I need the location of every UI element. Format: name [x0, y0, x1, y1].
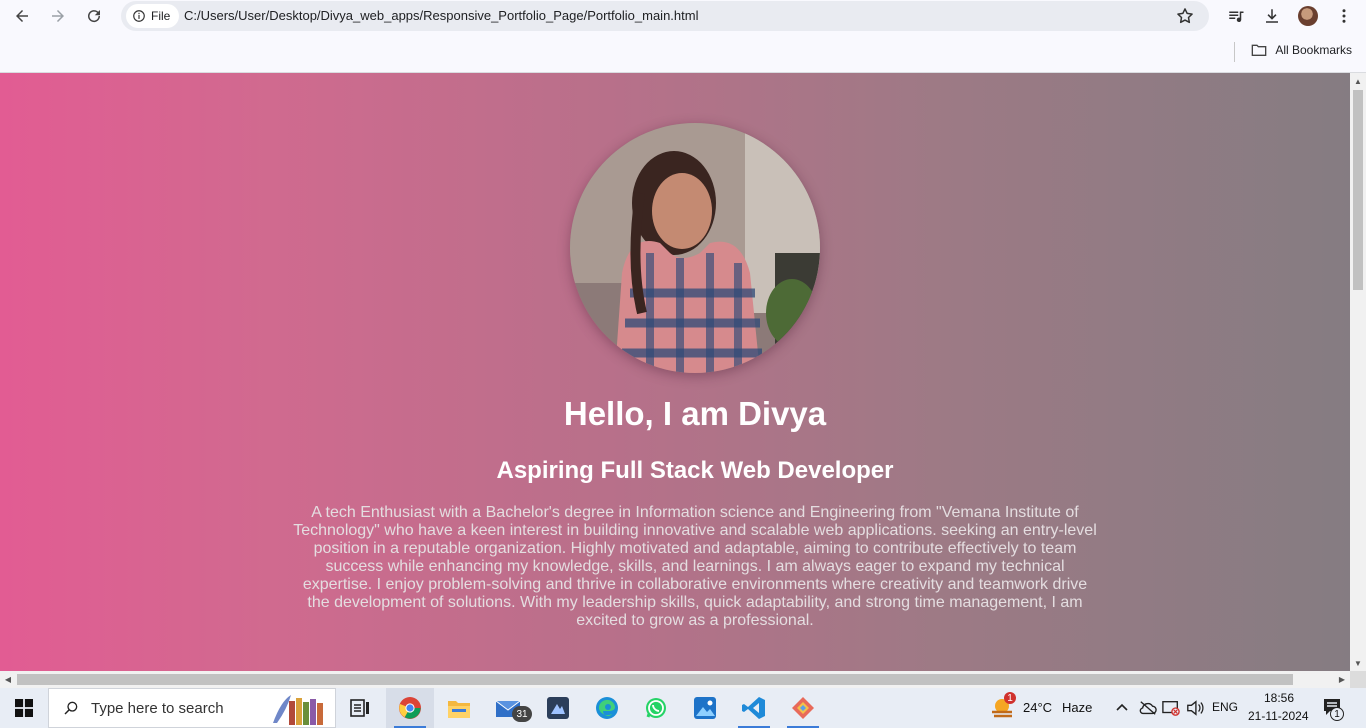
weather-widget[interactable]: 1 [990, 692, 1016, 725]
taskbar-dev-app[interactable] [534, 688, 582, 728]
clock-date[interactable]: 21-11-2024 [1248, 709, 1309, 723]
reading-list-button[interactable] [1224, 4, 1248, 28]
taskbar-edge[interactable] [583, 688, 631, 728]
vertical-scrollbar[interactable]: ▲ ▼ [1350, 73, 1366, 671]
taskbar-whatsapp[interactable] [632, 688, 680, 728]
git-diamond-icon [792, 697, 814, 719]
windows-logo-icon [15, 699, 33, 717]
hero-name-heading: Hello, I am Divya [563, 395, 827, 432]
back-arrow-icon [16, 10, 28, 22]
taskbar-git-app[interactable] [779, 688, 827, 728]
books-feather-icon [273, 695, 323, 725]
clock-time[interactable]: 18:56 [1264, 691, 1294, 705]
menu-button[interactable] [1332, 4, 1356, 28]
task-view-button[interactable] [336, 688, 384, 728]
horizontal-scrollbar[interactable]: ◀ ▶ [0, 671, 1350, 688]
reload-icon [88, 10, 101, 23]
search-placeholder: Type here to search [91, 699, 224, 717]
edge-icon [596, 697, 618, 719]
windows-taskbar: Type here to search 31 1 24°C Haze ENG 1… [0, 688, 1366, 728]
scroll-right-arrow-icon[interactable]: ▶ [1334, 671, 1350, 687]
info-icon [133, 10, 145, 22]
site-chip-label: File [151, 9, 171, 23]
scroll-left-arrow-icon[interactable]: ◀ [0, 671, 16, 687]
folder-icon [448, 701, 470, 718]
whatsapp-icon [646, 698, 666, 718]
taskbar-file-explorer[interactable] [435, 688, 483, 728]
hero-role-heading: Aspiring Full Stack Web Developer [496, 457, 894, 484]
scrollbar-corner [1350, 671, 1366, 688]
weather-text: Haze [1062, 700, 1093, 715]
mail-badge: 31 [512, 706, 532, 722]
task-view-icon [350, 699, 369, 717]
cloud-offline-icon[interactable] [1139, 700, 1157, 716]
site-info-chip[interactable]: File [126, 4, 180, 28]
back-button[interactable] [8, 2, 36, 30]
search-icon [64, 701, 78, 715]
forward-button[interactable] [44, 2, 72, 30]
all-bookmarks-button[interactable]: All Bookmarks [1251, 43, 1352, 57]
chevron-up-icon[interactable] [1116, 702, 1128, 712]
taskbar-photos[interactable] [681, 688, 729, 728]
profile-button[interactable] [1296, 4, 1320, 28]
photos-icon [694, 697, 716, 719]
network-icon[interactable] [1162, 699, 1180, 717]
download-icon [1266, 9, 1278, 23]
vertical-scroll-thumb[interactable] [1353, 90, 1363, 290]
bookmark-star-icon[interactable] [1175, 6, 1195, 26]
profile-avatar-icon [1298, 6, 1318, 26]
forward-arrow-icon [52, 10, 64, 22]
dev-app-icon [547, 697, 569, 719]
folder-icon [1251, 44, 1267, 56]
chrome-icon [399, 697, 421, 719]
reload-button[interactable] [80, 2, 108, 30]
vscode-icon [742, 697, 765, 719]
horizontal-scroll-thumb[interactable] [17, 674, 1293, 685]
weather-badge: 1 [1004, 692, 1016, 704]
browser-toolbar: File C:/Users/User/Desktop/Divya_web_app… [0, 0, 1366, 73]
taskbar-mail[interactable]: 31 [484, 688, 532, 728]
volume-icon[interactable] [1186, 700, 1204, 716]
scroll-up-arrow-icon[interactable]: ▲ [1350, 73, 1366, 89]
start-button[interactable] [0, 688, 48, 728]
taskbar-chrome[interactable] [386, 688, 434, 728]
bookmarks-divider [1234, 42, 1235, 62]
taskbar-search-box[interactable]: Type here to search [48, 688, 336, 728]
language-indicator[interactable]: ENG [1212, 700, 1238, 714]
taskbar-vscode[interactable] [730, 688, 778, 728]
portfolio-hero: Hello, I am Divya Aspiring Full Stack We… [0, 73, 1350, 671]
notification-center-button[interactable]: 1 [1322, 697, 1344, 722]
playlist-icon [1229, 11, 1244, 23]
profile-photo [570, 123, 820, 373]
all-bookmarks-label: All Bookmarks [1275, 43, 1352, 57]
downloads-button[interactable] [1260, 4, 1284, 28]
hero-bio-paragraph: A tech Enthusiast with a Bachelor's degr… [293, 504, 1097, 629]
more-vertical-icon [1342, 9, 1346, 23]
address-bar[interactable]: File C:/Users/User/Desktop/Divya_web_app… [121, 1, 1209, 31]
scroll-down-arrow-icon[interactable]: ▼ [1350, 655, 1366, 671]
temperature-text: 24°C [1023, 700, 1053, 715]
url-text[interactable]: C:/Users/User/Desktop/Divya_web_apps/Res… [184, 8, 698, 23]
notification-count: 1 [1330, 707, 1344, 721]
